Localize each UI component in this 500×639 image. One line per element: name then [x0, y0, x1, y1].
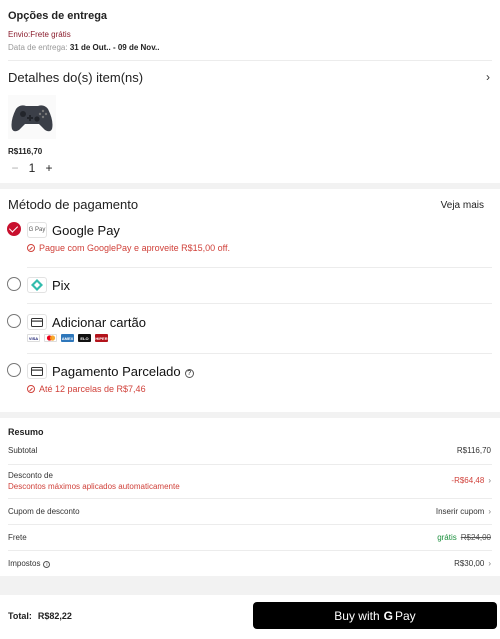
subtotal-value: R$116,70: [456, 446, 491, 455]
google-pay-promo-text: Pague com GooglePay e aproveite R$15,00 …: [39, 243, 230, 253]
chevron-right-icon: ›: [488, 559, 491, 568]
payment-method-add-card[interactable]: Adicionar cartão: [52, 315, 146, 330]
divider: [8, 60, 492, 61]
shipping-original-price: R$24,00: [460, 533, 491, 542]
payment-method-pix[interactable]: Pix: [52, 278, 70, 293]
installments-note: Até 12 parcelas de R$7,46: [27, 384, 146, 394]
amex-icon: AMEX: [61, 334, 74, 342]
card-outline-icon: [31, 317, 43, 327]
shipping-info: Envio:Frete grátis: [8, 30, 71, 39]
visa-icon: VISA: [27, 334, 40, 342]
divider: [27, 303, 492, 304]
divider: [8, 464, 492, 465]
divider: [8, 524, 492, 525]
discount-icon: [27, 385, 35, 393]
item-price: R$116,70: [8, 147, 43, 156]
radio-add-card[interactable]: [7, 314, 21, 328]
payment-method-google-pay[interactable]: Google Pay: [52, 223, 120, 238]
credit-card-icon: [27, 314, 47, 330]
divider: [27, 353, 492, 354]
summary-title: Resumo: [8, 427, 44, 437]
info-icon[interactable]: i: [43, 561, 51, 568]
insert-coupon-text: Inserir cupom: [435, 507, 485, 516]
delivery-section: Opções de entrega Envio:Frete grátis Dat…: [0, 0, 500, 183]
product-thumbnail[interactable]: [8, 95, 56, 139]
delivery-date: Data de entrega: 31 de Out.. - 09 de Nov…: [8, 43, 160, 52]
checkout-bar: Total: R$82,22 Buy with G Pay: [0, 595, 500, 639]
radio-google-pay[interactable]: [7, 222, 21, 236]
discount-subtext: Descontos máximos aplicados automaticame…: [8, 482, 180, 491]
payment-title: Método de pagamento: [8, 197, 139, 212]
chevron-right-icon[interactable]: ›: [486, 70, 490, 84]
discount-label: Desconto de: [8, 471, 53, 480]
shipping-label: Frete: [8, 533, 27, 542]
quantity-value: 1: [28, 161, 36, 175]
order-total: Total: R$82,22: [8, 611, 72, 621]
see-more-link[interactable]: Veja mais: [441, 200, 484, 211]
taxes-amount: R$30,00: [454, 559, 485, 568]
shipping-value: grátis R$24,00: [437, 533, 491, 542]
divider: [8, 550, 492, 551]
google-pay-promo: Pague com GooglePay e aproveite R$15,00 …: [27, 243, 230, 253]
buy-suffix: Pay: [395, 608, 416, 623]
mastercard-circles-icon: [46, 335, 55, 341]
total-label: Total:: [8, 611, 32, 621]
payment-section: Método de pagamento Veja mais G Pay Goog…: [0, 189, 500, 412]
subtotal-label: Subtotal: [8, 446, 38, 455]
decrease-quantity-button[interactable]: −: [8, 161, 22, 175]
buy-prefix: Buy with: [334, 608, 380, 623]
mastercard-icon: [44, 334, 57, 342]
help-icon[interactable]: ?: [184, 369, 194, 378]
credit-card-icon: [27, 363, 47, 379]
quantity-stepper: − 1 +: [8, 160, 56, 176]
pix-diamond-icon: [31, 279, 43, 291]
increase-quantity-button[interactable]: +: [42, 161, 56, 175]
insert-coupon-link[interactable]: Inserir cupom ›: [436, 507, 491, 516]
chevron-right-icon: ›: [488, 507, 491, 516]
buy-with-google-pay-button[interactable]: Buy with G Pay: [253, 602, 497, 629]
discount-icon: [27, 244, 35, 252]
game-controller-image: [11, 105, 53, 132]
shipping-free: grátis: [437, 533, 457, 542]
payment-method-installments[interactable]: Pagamento Parcelado?: [52, 364, 194, 379]
pix-icon: [27, 277, 47, 293]
taxes-label: Impostos i: [8, 559, 51, 568]
radio-pix[interactable]: [7, 277, 21, 291]
discount-value[interactable]: -R$64,48 ›: [451, 476, 491, 485]
delivery-title: Opções de entrega: [8, 10, 108, 22]
delivery-date-value: 31 de Out.. - 09 de Nov..: [69, 43, 160, 52]
delivery-date-label: Data de entrega:: [8, 43, 68, 52]
chevron-right-icon: ›: [488, 476, 491, 485]
discount-amount: -R$64,48: [451, 476, 485, 485]
installments-label: Pagamento Parcelado: [52, 364, 181, 379]
radio-installments[interactable]: [7, 363, 21, 377]
google-g-icon: G: [383, 608, 393, 623]
total-value: R$82,22: [37, 611, 72, 621]
item-details-title[interactable]: Detalhes do(s) item(ns): [8, 70, 143, 85]
divider: [8, 498, 492, 499]
coupon-label: Cupom de desconto: [8, 507, 80, 516]
summary-section: Resumo Subtotal R$116,70 Desconto de Des…: [0, 418, 500, 576]
accepted-cards: VISA AMEX ELO HIPER: [27, 334, 108, 342]
elo-icon: ELO: [78, 334, 91, 342]
divider: [27, 267, 492, 268]
taxes-value[interactable]: R$30,00 ›: [454, 559, 491, 568]
hipercard-icon: HIPER: [95, 334, 108, 342]
google-pay-logo-icon: G Pay: [27, 222, 47, 238]
installments-note-text: Até 12 parcelas de R$7,46: [39, 384, 146, 394]
taxes-label-text: Impostos: [8, 559, 41, 568]
card-outline-icon: [31, 366, 43, 376]
